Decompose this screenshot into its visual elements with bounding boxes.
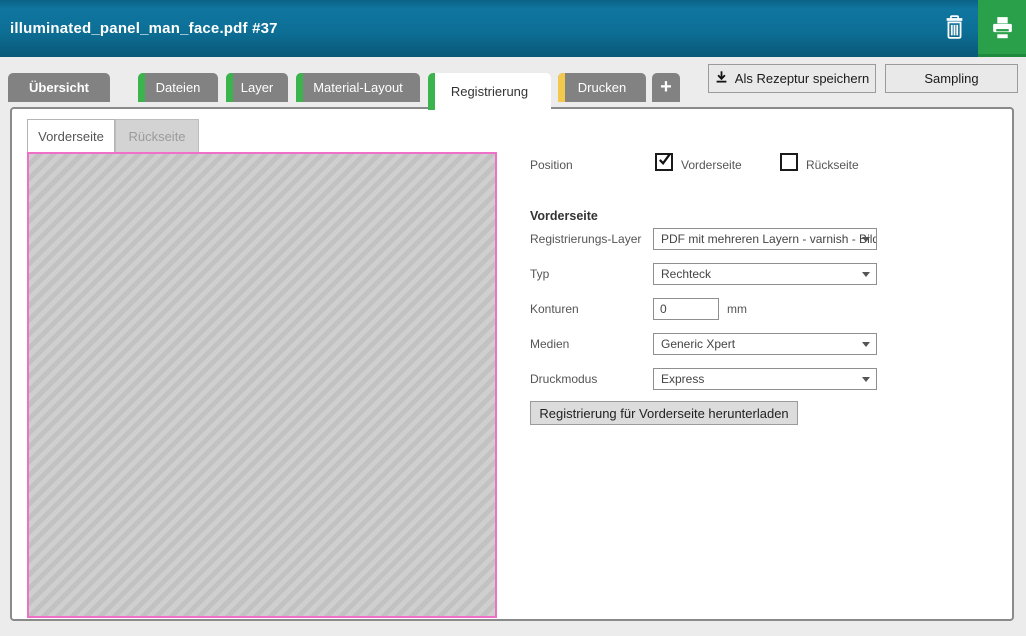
title-bar: illuminated_panel_man_face.pdf #37 bbox=[0, 0, 1026, 57]
tab-uebersicht[interactable]: Übersicht bbox=[8, 73, 110, 102]
printer-icon bbox=[989, 14, 1016, 44]
document-title: illuminated_panel_man_face.pdf #37 bbox=[10, 0, 278, 57]
print-button[interactable] bbox=[978, 0, 1026, 57]
position-label: Position bbox=[530, 158, 573, 172]
vorderseite-checkbox[interactable] bbox=[655, 153, 673, 171]
checkmark-icon bbox=[657, 152, 672, 172]
sampling-label: Sampling bbox=[924, 71, 978, 86]
chevron-down-icon bbox=[862, 377, 870, 382]
plus-icon: + bbox=[660, 76, 672, 99]
selected-value: Express bbox=[661, 372, 704, 386]
sampling-button[interactable]: Sampling bbox=[885, 64, 1018, 93]
delete-job-button[interactable] bbox=[934, 0, 974, 57]
medien-select[interactable]: Generic Xpert bbox=[653, 333, 877, 355]
app-window: illuminated_panel_man_face.pdf #37 bbox=[0, 0, 1026, 636]
tab-label: Übersicht bbox=[29, 80, 89, 95]
konturen-unit-label: mm bbox=[727, 302, 747, 316]
vorderseite-checkbox-label: Vorderseite bbox=[681, 158, 742, 172]
tab-status-stripe bbox=[428, 73, 435, 110]
selected-value: PDF mit mehreren Layern - varnish - Bild… bbox=[661, 232, 877, 246]
rueckseite-checkbox[interactable] bbox=[780, 153, 798, 171]
typ-select[interactable]: Rechteck bbox=[653, 263, 877, 285]
tab-label: Registrierung bbox=[451, 84, 528, 99]
add-tab-button[interactable]: + bbox=[652, 73, 680, 102]
registrierungs-layer-select[interactable]: PDF mit mehreren Layern - varnish - Bild… bbox=[653, 228, 877, 250]
konturen-input[interactable] bbox=[653, 298, 719, 320]
download-icon bbox=[715, 70, 728, 87]
tab-dateien[interactable]: Dateien bbox=[138, 73, 218, 102]
selected-value: Generic Xpert bbox=[661, 337, 735, 351]
subtab-vorderseite[interactable]: Vorderseite bbox=[27, 119, 115, 152]
typ-label: Typ bbox=[530, 267, 549, 281]
druckmodus-select[interactable]: Express bbox=[653, 368, 877, 390]
medien-label: Medien bbox=[530, 337, 569, 351]
selected-value: Rechteck bbox=[661, 267, 711, 281]
tab-material-layout[interactable]: Material-Layout bbox=[296, 73, 420, 102]
chevron-down-icon bbox=[862, 237, 870, 242]
tab-status-stripe bbox=[296, 73, 303, 102]
tab-label: Material-Layout bbox=[313, 80, 403, 95]
download-registration-button[interactable]: Registrierung für Vorderseite herunterla… bbox=[530, 401, 798, 425]
tab-status-stripe bbox=[558, 73, 565, 102]
tab-status-stripe bbox=[138, 73, 145, 102]
section-title-vorderseite: Vorderseite bbox=[530, 209, 598, 223]
chevron-down-icon bbox=[862, 342, 870, 347]
chevron-down-icon bbox=[862, 272, 870, 277]
subtab-label: Rückseite bbox=[128, 129, 185, 144]
tab-layer[interactable]: Layer bbox=[226, 73, 288, 102]
druckmodus-label: Druckmodus bbox=[530, 372, 597, 386]
konturen-label: Konturen bbox=[530, 302, 579, 316]
print-preview-area[interactable] bbox=[27, 152, 497, 618]
subtab-rueckseite[interactable]: Rückseite bbox=[115, 119, 199, 152]
tab-drucken[interactable]: Drucken bbox=[558, 73, 646, 102]
rueckseite-checkbox-label: Rückseite bbox=[806, 158, 859, 172]
trash-icon bbox=[943, 14, 966, 43]
registrierungs-layer-label: Registrierungs-Layer bbox=[530, 232, 641, 246]
tab-status-stripe bbox=[226, 73, 233, 102]
tab-registrierung[interactable]: Registrierung bbox=[428, 73, 551, 110]
tab-label: Dateien bbox=[156, 80, 201, 95]
save-as-recipe-label: Als Rezeptur speichern bbox=[735, 71, 869, 86]
tab-label: Layer bbox=[241, 80, 274, 95]
tab-label: Drucken bbox=[578, 80, 626, 95]
subtab-label: Vorderseite bbox=[38, 129, 104, 144]
save-as-recipe-button[interactable]: Als Rezeptur speichern bbox=[708, 64, 876, 93]
